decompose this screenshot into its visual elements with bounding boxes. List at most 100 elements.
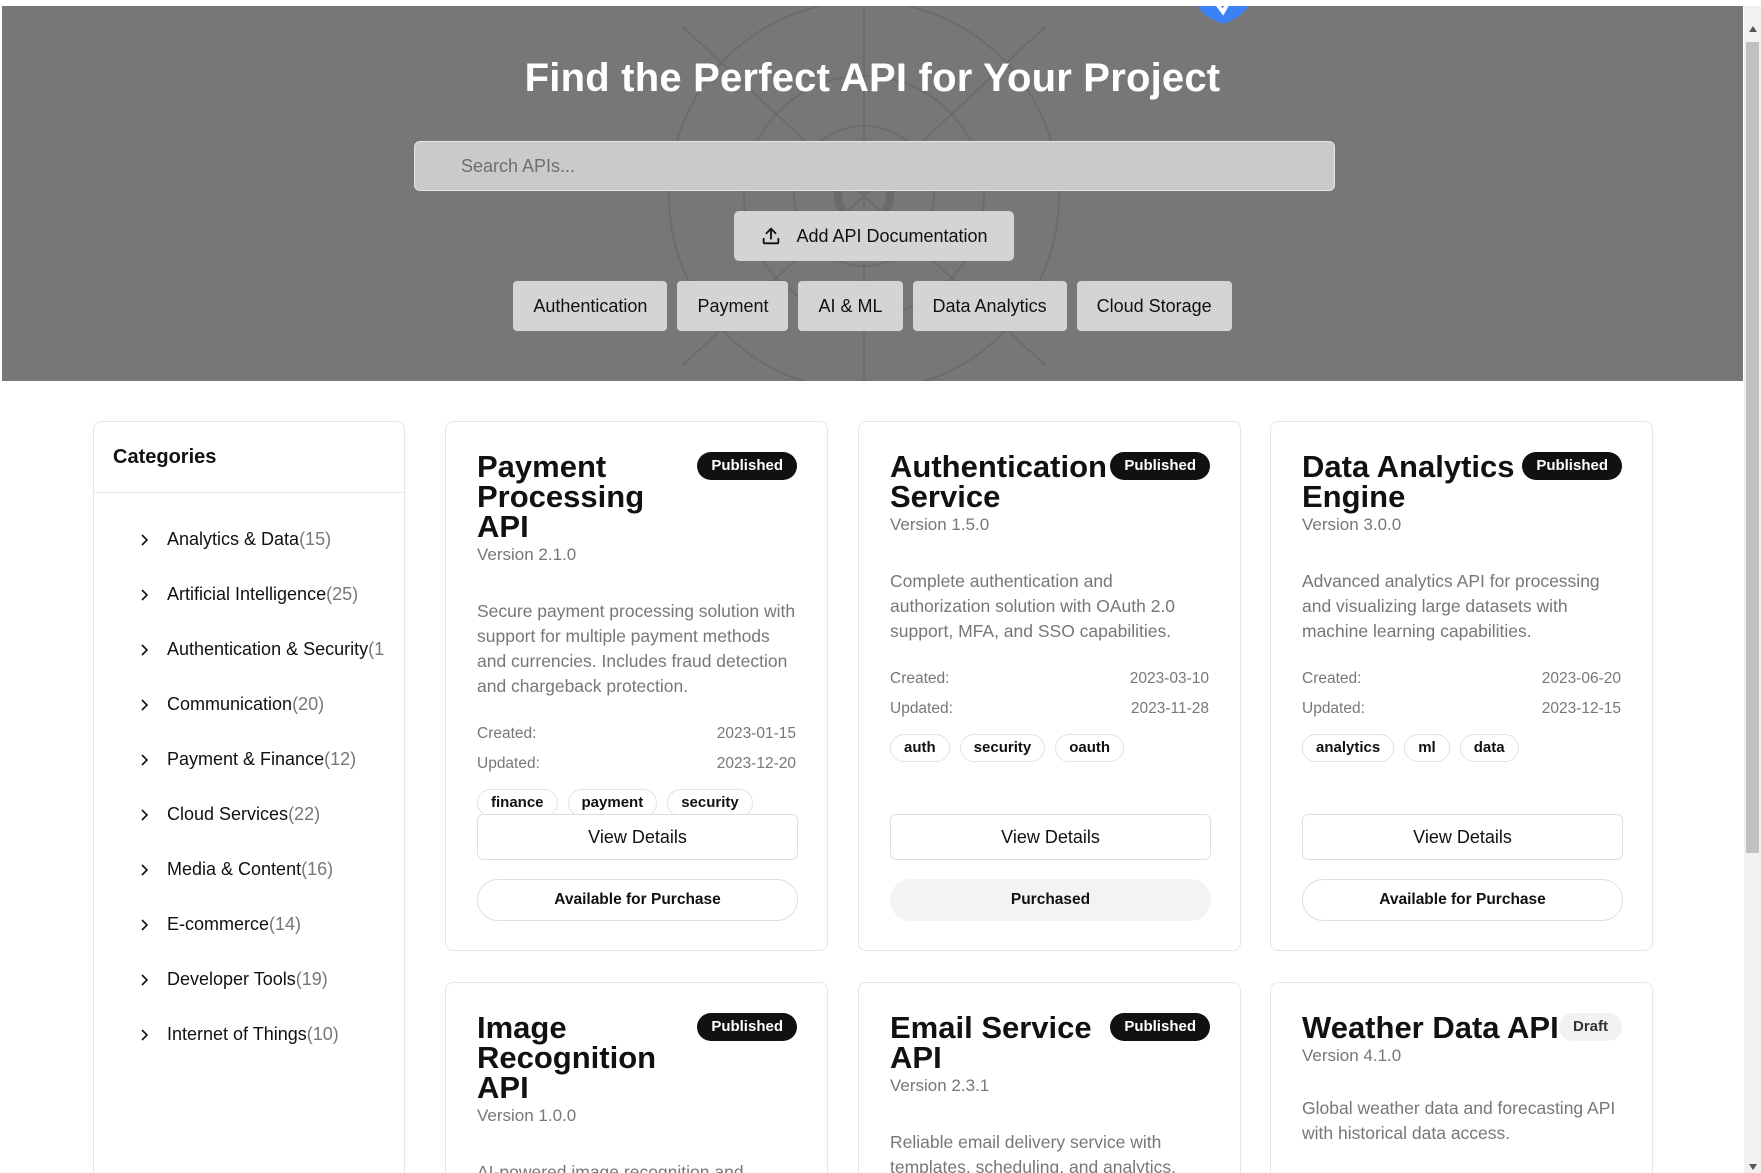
category-label: Authentication & Security [167, 639, 369, 659]
category-item-analytics-data[interactable]: Analytics & Data (15) [94, 512, 384, 567]
purchase-status-button[interactable]: Available for Purchase [477, 879, 798, 921]
category-item-payment-finance[interactable]: Payment & Finance (12) [94, 732, 384, 787]
api-card-payment-processing: Payment Processing API Published Version… [445, 421, 828, 951]
api-card-authentication-service: Authentication Service Published Version… [858, 421, 1241, 951]
api-card-title: Weather Data API [1302, 1010, 1559, 1045]
category-count: (22) [288, 804, 321, 824]
api-card-version: Version 2.3.1 [890, 1076, 990, 1095]
category-item-e-commerce[interactable]: E-commerce (14) [94, 897, 384, 952]
category-item-media-content[interactable]: Media & Content (16) [94, 842, 384, 897]
created-label: Created: [890, 670, 950, 687]
add-api-documentation-button[interactable]: Add API Documentation [734, 211, 1014, 261]
chevron-right-icon [141, 973, 149, 986]
category-item-internet-of-things[interactable]: Internet of Things (10) [94, 1007, 384, 1062]
api-card-title: Image Recognition API [477, 1010, 657, 1105]
api-card-description: Advanced analytics API for processing an… [1302, 571, 1600, 641]
view-details-button[interactable]: View Details [477, 814, 798, 860]
status-badge: Published [697, 452, 797, 480]
filter-chip-data-analytics[interactable]: Data Analytics [912, 281, 1067, 331]
category-item-artificial-intelligence[interactable]: Artificial Intelligence (25) [94, 567, 384, 622]
category-label: Internet of Things [167, 1024, 307, 1044]
api-card-version: Version 2.1.0 [477, 545, 577, 564]
category-count: (20) [292, 694, 325, 714]
tag[interactable]: oauth [1055, 734, 1125, 762]
page-scrollbar[interactable] [1744, 6, 1761, 1173]
category-item-developer-tools[interactable]: Developer Tools (19) [94, 952, 384, 1007]
category-list: Analytics & Data (15) Artificial Intellig… [94, 493, 404, 1062]
tag[interactable]: auth [890, 734, 950, 762]
chevron-right-icon [141, 918, 149, 931]
api-card-tags: finance payment security [477, 789, 796, 817]
category-item-cloud-services[interactable]: Cloud Services (22) [94, 787, 384, 842]
filter-chip-cloud-storage[interactable]: Cloud Storage [1076, 281, 1232, 331]
filter-chip-ai-ml[interactable]: AI & ML [798, 281, 903, 331]
category-label: Media & Content [167, 859, 302, 879]
status-badge: Published [1522, 452, 1622, 480]
chevron-right-icon [141, 1028, 149, 1041]
api-card-dates: Created: 2023-01-15 Updated: 2023-12-20 [477, 719, 796, 779]
view-details-button[interactable]: View Details [1302, 814, 1623, 860]
add-api-documentation-label: Add API Documentation [796, 225, 988, 246]
tag[interactable]: security [959, 734, 1046, 762]
category-count: (25) [326, 584, 359, 604]
chevron-right-icon [141, 753, 149, 766]
created-label: Created: [1302, 670, 1362, 687]
brand-logo-icon [1197, 6, 1249, 24]
api-card-version: Version 3.0.0 [1302, 515, 1402, 534]
tag[interactable]: payment [567, 789, 658, 817]
api-card-description: Secure payment processing solution with … [477, 601, 796, 696]
hero-banner: Find the Perfect API for Your Project Ad… [2, 6, 1743, 381]
category-item-authentication-security[interactable]: Authentication & Security (1 [94, 622, 384, 677]
tag[interactable]: ml [1404, 734, 1450, 762]
api-card-description: Reliable email delivery service with tem… [890, 1132, 1176, 1173]
scrollbar-thumb[interactable] [1746, 42, 1759, 853]
scroll-up-arrow-icon[interactable] [1749, 26, 1757, 32]
purchase-status-button[interactable]: Available for Purchase [1302, 879, 1623, 921]
filter-chip-authentication[interactable]: Authentication [513, 281, 668, 331]
category-count: (19) [295, 969, 328, 989]
category-count: (1 [368, 639, 384, 659]
updated-label: Updated: [1302, 700, 1365, 717]
chevron-right-icon [141, 863, 149, 876]
api-card-title: Payment Processing API [477, 449, 645, 544]
api-card-description: Global weather data and forecasting API … [1302, 1098, 1616, 1143]
category-label: Cloud Services [167, 804, 289, 824]
category-label: Analytics & Data [167, 529, 300, 549]
created-date: 2023-06-20 [1541, 670, 1621, 687]
page-title: Find the Perfect API for Your Project [524, 56, 1221, 100]
api-card-tags: auth security oauth [890, 734, 1209, 762]
category-count: (15) [299, 529, 332, 549]
categories-sidebar: Categories Analytics & Data (15) Artifici… [93, 421, 405, 1173]
quick-filter-chips: Authentication Payment AI & ML Data Anal… [2, 281, 1743, 331]
category-count: (12) [324, 749, 357, 769]
category-count: (10) [306, 1024, 339, 1044]
search-input[interactable] [414, 141, 1335, 191]
scroll-down-arrow-icon[interactable] [1749, 1164, 1757, 1170]
updated-date: 2023-12-15 [1541, 700, 1621, 717]
status-badge: Published [1110, 452, 1210, 480]
category-label: E-commerce [167, 914, 270, 934]
api-card-title: Data Analytics Engine [1302, 449, 1515, 514]
category-count: (14) [269, 914, 302, 934]
created-date: 2023-01-15 [716, 725, 796, 742]
updated-label: Updated: [890, 700, 953, 717]
category-label: Payment & Finance [167, 749, 325, 769]
api-card-title: Email Service API [890, 1010, 1092, 1075]
api-card-tags: analytics ml data [1302, 734, 1621, 762]
category-label: Artificial Intelligence [167, 584, 327, 604]
status-badge: Published [697, 1013, 797, 1041]
api-card-version: Version 1.5.0 [890, 515, 990, 534]
api-card-weather-data: Weather Data API Draft Version 4.1.0 Glo… [1270, 982, 1653, 1173]
view-details-button[interactable]: View Details [890, 814, 1211, 860]
tag[interactable]: analytics [1302, 734, 1395, 762]
tag[interactable]: data [1459, 734, 1519, 762]
status-badge: Draft [1558, 1013, 1622, 1041]
category-item-communication[interactable]: Communication (20) [94, 677, 384, 732]
purchase-status-button[interactable]: Purchased [890, 879, 1211, 921]
tag[interactable]: finance [477, 789, 558, 817]
api-card-image-recognition: Image Recognition API Published Version … [445, 982, 828, 1173]
filter-chip-payment[interactable]: Payment [677, 281, 789, 331]
api-card-data-analytics-engine: Data Analytics Engine Published Version … [1270, 421, 1653, 951]
chevron-right-icon [141, 533, 149, 546]
tag[interactable]: security [667, 789, 753, 817]
